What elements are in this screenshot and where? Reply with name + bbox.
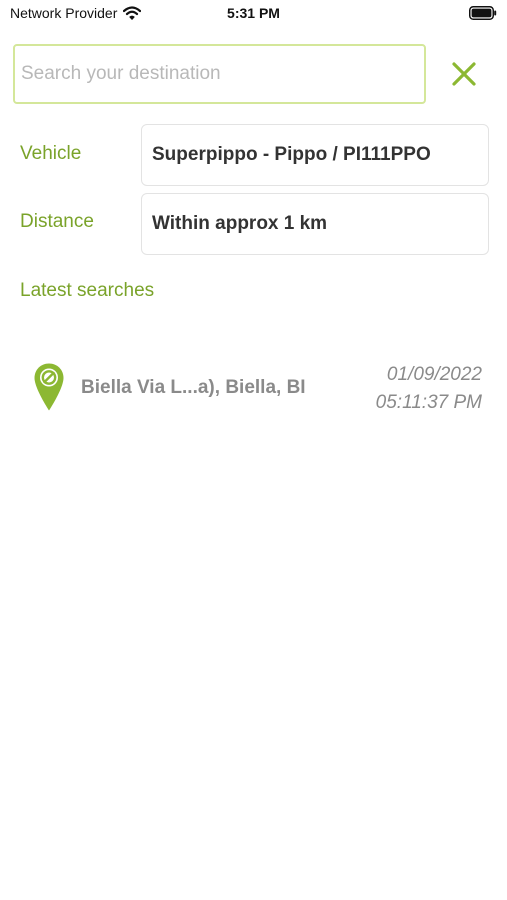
distance-field[interactable]: Within approx 1 km <box>141 193 489 255</box>
recent-date: 01/09/2022 <box>386 364 482 385</box>
status-time: 5:31 PM <box>227 5 280 21</box>
vehicle-label: Vehicle <box>20 143 82 164</box>
vehicle-field[interactable]: Superpippo - Pippo / PI111PPO <box>141 124 489 186</box>
search-input[interactable] <box>15 46 424 102</box>
recent-time: 05:11:37 PM <box>375 392 482 413</box>
distance-label: Distance <box>20 211 94 232</box>
list-item[interactable]: Biella Via L...a), Biella, BI 01/09/2022… <box>0 352 507 432</box>
latest-searches-title: Latest searches <box>20 280 155 301</box>
distance-value: Within approx 1 km <box>152 213 328 234</box>
status-bar: Network Provider 5:31 PM <box>0 0 507 28</box>
close-button[interactable] <box>446 56 482 92</box>
close-icon <box>451 61 477 87</box>
battery-icon <box>469 6 497 20</box>
search-box <box>13 44 426 104</box>
vehicle-value: Superpippo - Pippo / PI111PPO <box>152 144 431 165</box>
recent-address: Biella Via L...a), Biella, BI <box>81 377 306 398</box>
map-pin-icon <box>33 362 65 412</box>
